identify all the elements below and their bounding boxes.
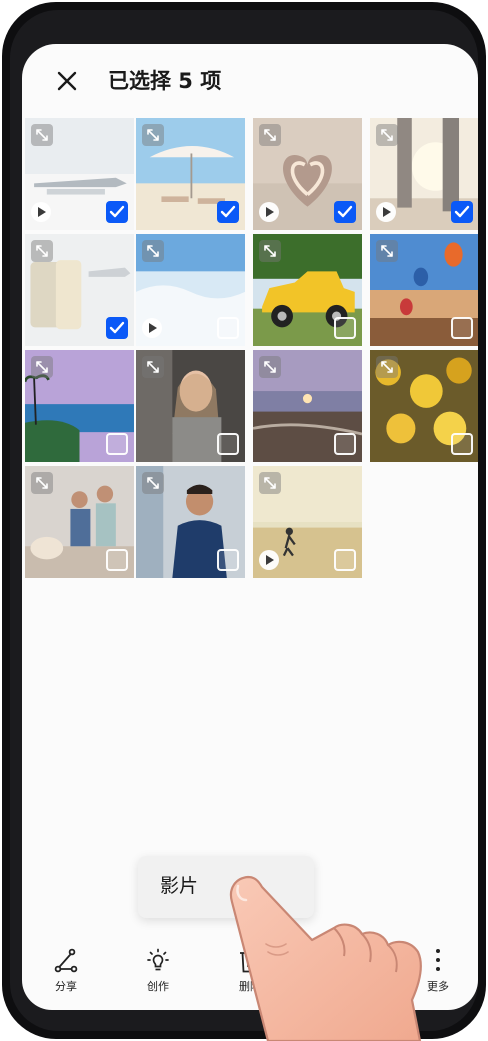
photo-tile-sunset-shore[interactable] [253, 350, 362, 462]
video-indicator [376, 202, 396, 222]
expand-preview-button[interactable] [31, 356, 53, 378]
movie-option-label: 影片 [160, 875, 199, 897]
video-indicator [31, 202, 51, 222]
more-button[interactable]: 更多 [408, 948, 468, 998]
create-bulb-icon [147, 948, 169, 971]
selection-header: 已选择 5 项 [22, 44, 478, 118]
photo-tile-suitcases[interactable] [25, 234, 134, 346]
more-vertical-icon [436, 949, 440, 971]
video-indicator [259, 202, 279, 222]
photo-tile-tropical-coast[interactable] [25, 350, 134, 462]
select-checkbox[interactable] [334, 433, 356, 455]
share-button[interactable]: 分享 [36, 948, 96, 998]
expand-preview-button[interactable] [376, 240, 398, 262]
expand-preview-button[interactable] [31, 124, 53, 146]
expand-preview-button[interactable] [31, 472, 53, 494]
create-label: 创作 [147, 980, 169, 993]
expand-preview-button[interactable] [142, 356, 164, 378]
expand-preview-button[interactable] [142, 240, 164, 262]
create-button[interactable]: 创作 [128, 948, 188, 998]
share-label: 分享 [55, 980, 77, 993]
photo-tile-ginkgo-leaves[interactable] [370, 350, 478, 462]
expand-preview-button[interactable] [259, 124, 281, 146]
expand-preview-button[interactable] [142, 124, 164, 146]
photo-tile-girl-selfie[interactable] [136, 350, 245, 462]
select-checkbox[interactable] [334, 317, 356, 339]
movie-option-popup[interactable]: 影片 [138, 856, 314, 918]
photo-tile-ocean-waves[interactable] [136, 234, 245, 346]
delete-button[interactable]: 删除 [220, 948, 280, 998]
more-label: 更多 [427, 980, 449, 993]
gallery-screen: 已选择 5 项 影片 分享 创作 删除 更多 [22, 44, 478, 1010]
photo-tile-yellow-vintage-car[interactable] [253, 234, 362, 346]
expand-preview-button[interactable] [142, 472, 164, 494]
select-checkbox[interactable] [451, 201, 473, 223]
share-icon [54, 948, 78, 973]
select-checkbox[interactable] [106, 433, 128, 455]
photo-tile-heart-hands-sunset[interactable] [253, 118, 362, 230]
expand-preview-button[interactable] [259, 472, 281, 494]
select-checkbox[interactable] [106, 549, 128, 571]
video-indicator [259, 550, 279, 570]
photo-tile-family-with-dog[interactable] [25, 466, 134, 578]
select-checkbox[interactable] [451, 317, 473, 339]
select-checkbox[interactable] [106, 317, 128, 339]
select-checkbox[interactable] [217, 201, 239, 223]
select-checkbox[interactable] [106, 201, 128, 223]
photo-tile-beach-umbrella[interactable] [136, 118, 245, 230]
expand-preview-button[interactable] [376, 356, 398, 378]
selection-count-title: 已选择 5 项 [108, 69, 222, 93]
select-checkbox[interactable] [334, 201, 356, 223]
delete-label: 删除 [239, 980, 261, 993]
expand-preview-button[interactable] [259, 240, 281, 262]
bottom-action-bar: 分享 创作 删除 更多 [22, 936, 478, 1010]
photo-tile-couple-walking[interactable] [370, 118, 478, 230]
select-checkbox[interactable] [217, 317, 239, 339]
expand-preview-button[interactable] [31, 240, 53, 262]
photo-tile-hot-air-balloons[interactable] [370, 234, 478, 346]
expand-preview-button[interactable] [376, 124, 398, 146]
select-checkbox[interactable] [217, 433, 239, 455]
select-checkbox[interactable] [217, 549, 239, 571]
photo-tile-airport-luggage[interactable] [25, 118, 134, 230]
expand-preview-button[interactable] [259, 356, 281, 378]
close-icon [57, 71, 77, 91]
select-checkbox[interactable] [334, 549, 356, 571]
close-button[interactable] [52, 66, 82, 96]
video-indicator [142, 318, 162, 338]
delete-icon [240, 949, 260, 973]
photo-tile-smiling-man[interactable] [136, 466, 245, 578]
photo-tile-child-running-beach[interactable] [253, 466, 362, 578]
select-checkbox[interactable] [451, 433, 473, 455]
